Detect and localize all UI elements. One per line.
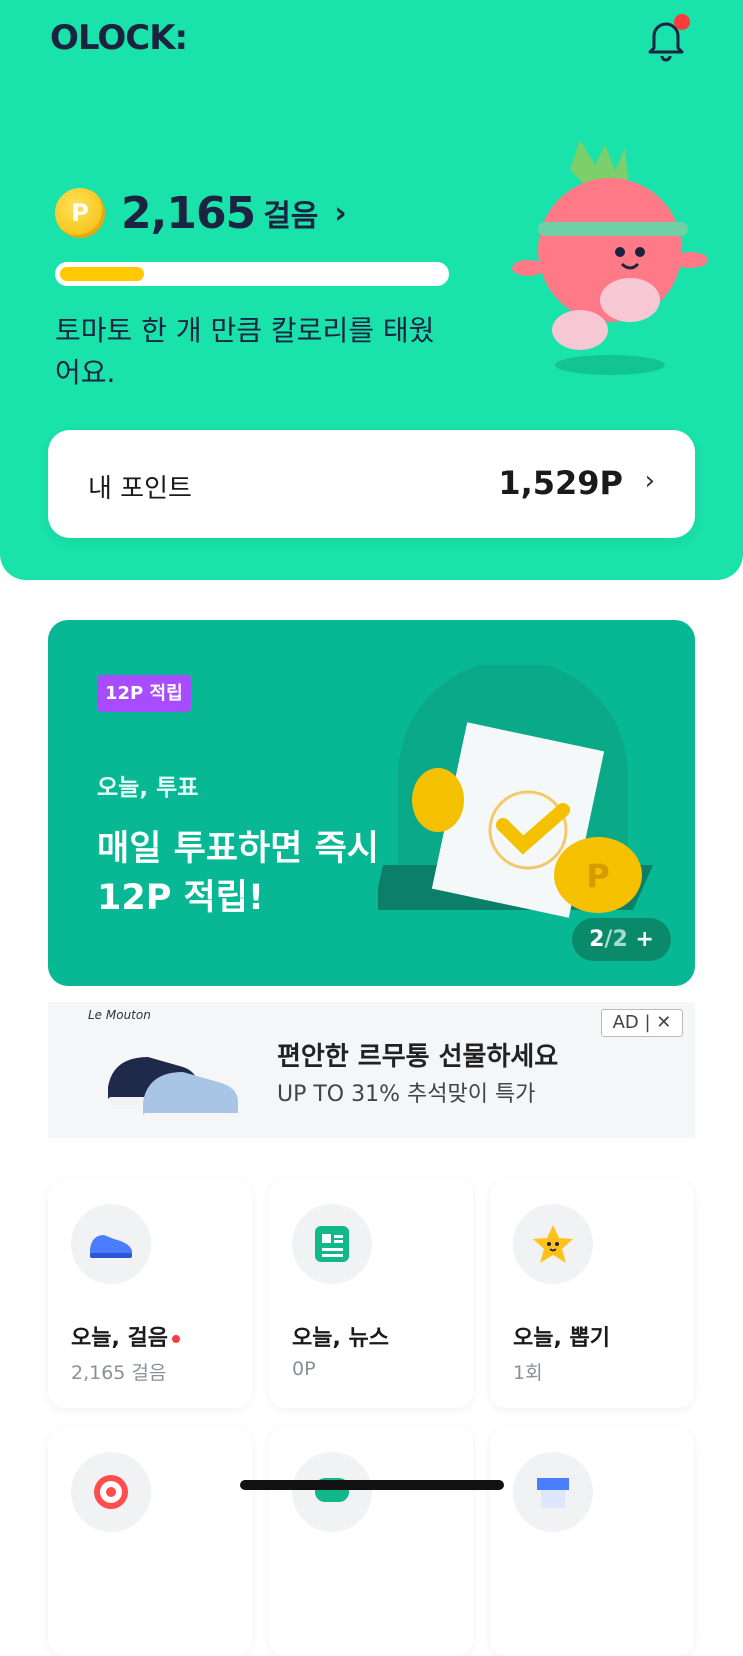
target-icon <box>71 1452 151 1532</box>
sneakers-image <box>108 1057 241 1121</box>
steps-progress-fill <box>60 267 145 281</box>
tile-today-steps[interactable]: 오늘, 걸음 2,165 걸음 <box>48 1180 252 1408</box>
home-indicator <box>240 1480 504 1490</box>
banner-subtitle: 오늘, 투표 <box>97 775 199 801</box>
ad-brand-logo: Le Mouton <box>88 1008 151 1022</box>
ad-title: 편안한 르무통 선물하세요 <box>277 1042 559 1072</box>
ad-banner[interactable]: Le Mouton 편안한 르무통 선물하세요 UP TO 31% 추석맞이 특… <box>48 1002 695 1138</box>
tile-title: 오늘, 걸음 <box>71 1320 180 1352</box>
tile-subtitle: 2,165 걸음 <box>71 1362 167 1384</box>
vote-banner[interactable]: P 12P 적립 오늘, 투표 매일 투표하면 즉시 12P 적립! 2/2 + <box>48 620 695 986</box>
tile-title: 오늘, 뉴스 <box>292 1326 389 1351</box>
tile-row2-2[interactable] <box>269 1428 473 1656</box>
points-label: 내 포인트 <box>88 474 192 504</box>
store-icon <box>513 1452 593 1532</box>
tile-today-draw[interactable]: 오늘, 뽑기 1회 <box>490 1180 694 1408</box>
tile-row2-3[interactable] <box>490 1428 694 1656</box>
tile-title: 오늘, 뽑기 <box>513 1326 610 1351</box>
hero-section: OLOCK: P 2,165 걸음 › 토마토 한 개 만큼 칼로리를 태웠어요… <box>0 0 743 580</box>
my-points-card[interactable]: 내 포인트 1,529P › <box>48 430 695 538</box>
tile-today-news[interactable]: 오늘, 뉴스 0P <box>269 1180 473 1408</box>
tile-row2-1[interactable] <box>48 1428 252 1656</box>
star-icon <box>513 1204 593 1284</box>
point-coin-icon: P <box>55 188 105 238</box>
calorie-message: 토마토 한 개 만큼 칼로리를 태웠어요. <box>55 314 435 389</box>
steps-progress-bar <box>55 262 449 286</box>
pager-more-icon: + <box>635 927 654 952</box>
news-icon <box>292 1204 372 1284</box>
chat-icon <box>292 1452 372 1532</box>
tomato-character-icon <box>512 140 708 375</box>
new-dot <box>171 1335 180 1343</box>
ad-subtitle: UP TO 31% 추석맞이 특가 <box>277 1082 536 1107</box>
points-value: 1,529P <box>498 464 623 502</box>
ad-close-button[interactable]: AD | ✕ <box>601 1009 683 1037</box>
steps-count: 2,165 <box>121 187 256 239</box>
tile-subtitle: 0P <box>292 1358 316 1380</box>
vote-illustration-icon: P <box>378 665 653 918</box>
svg-text:P: P <box>586 857 609 895</box>
notification-dot <box>674 14 690 30</box>
tile-subtitle: 1회 <box>513 1362 543 1384</box>
steps-unit: 걸음 <box>263 199 319 234</box>
chevron-right-icon: › <box>644 466 655 496</box>
pager-current: 2 <box>589 927 605 952</box>
chevron-right-icon: › <box>334 195 347 231</box>
app-logo: OLOCK: <box>50 18 188 58</box>
sneaker-icon <box>71 1204 151 1284</box>
pager-total: 2 <box>612 927 628 952</box>
steps-summary[interactable]: P 2,165 걸음 › <box>55 187 347 239</box>
banner-title: 매일 투표하면 즉시 12P 적립! <box>97 829 379 918</box>
banner-pager[interactable]: 2/2 + <box>572 918 671 961</box>
reward-badge: 12P 적립 <box>97 675 191 712</box>
